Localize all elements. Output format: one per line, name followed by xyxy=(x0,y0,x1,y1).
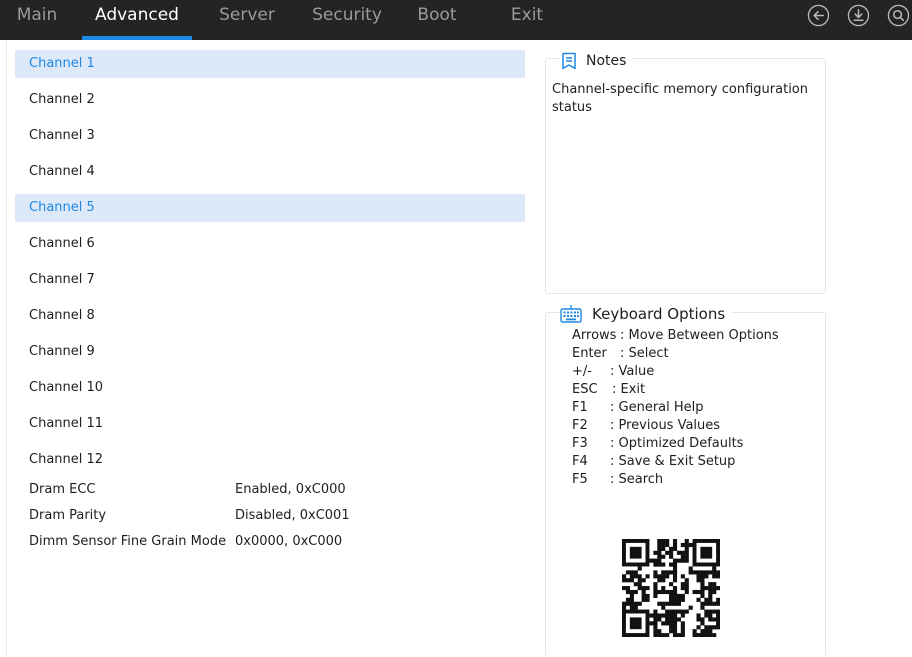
channel-item[interactable]: Channel 11 xyxy=(15,410,525,438)
channel-item[interactable]: Channel 4 xyxy=(15,158,525,186)
tab-server[interactable]: Server xyxy=(206,0,288,40)
channel-item[interactable]: Channel 5 xyxy=(15,194,525,222)
channel-item[interactable]: Channel 7 xyxy=(15,266,525,294)
keyboard-key: ESC xyxy=(572,382,598,397)
tab-exit[interactable]: Exit xyxy=(496,0,558,40)
keyboard-key: F3 xyxy=(572,436,588,451)
keyboard-desc: : Save & Exit Setup xyxy=(610,454,736,469)
keyboard-desc: : Exit xyxy=(612,382,646,397)
keyboard-key: F5 xyxy=(572,472,588,487)
keyboard-key: Arrows xyxy=(572,328,617,343)
notes-text: Channel-specific memory configuration st… xyxy=(552,82,808,115)
setting-value: Disabled, 0xC001 xyxy=(235,508,350,523)
channel-item[interactable]: Channel 1 xyxy=(15,50,525,78)
tab-main[interactable]: Main xyxy=(0,0,74,40)
keyboard-options-title: Keyboard Options xyxy=(592,305,726,323)
notes-header: Notes xyxy=(560,51,633,71)
keyboard-key: F1 xyxy=(572,400,588,415)
keyboard-desc: : Optimized Defaults xyxy=(610,436,744,451)
channel-item[interactable]: Channel 2 xyxy=(15,86,525,114)
tab-security[interactable]: Security xyxy=(300,0,394,40)
back-icon[interactable] xyxy=(807,4,830,27)
setting-row-dram-ecc[interactable]: Dram ECC Enabled, 0xC000 xyxy=(29,480,529,500)
save-download-icon[interactable] xyxy=(847,4,870,27)
keyboard-desc: : Select xyxy=(620,346,669,361)
setting-value: Enabled, 0xC000 xyxy=(235,482,346,497)
keyboard-options-panel: Keyboard Options Arrows : Move Between O… xyxy=(545,303,826,657)
keyboard-desc: : Move Between Options xyxy=(620,328,779,343)
keyboard-desc: : Previous Values xyxy=(610,418,721,433)
top-nav-bar: Main Advanced Server Security Boot Exit xyxy=(0,0,912,40)
channel-item[interactable]: Channel 12 xyxy=(15,446,525,474)
setting-value: 0x0000, 0xC000 xyxy=(235,534,343,549)
notes-panel: Notes Channel-specific memory configurat… xyxy=(545,51,826,294)
keyboard-desc: : General Help xyxy=(610,400,704,415)
tab-advanced[interactable]: Advanced xyxy=(82,0,192,40)
keyboard-desc: : Search xyxy=(610,472,664,487)
settings-list-panel: Channel 1 Channel 2 Channel 3 Channel 4 … xyxy=(6,40,532,657)
tab-boot[interactable]: Boot xyxy=(404,0,470,40)
setting-row-dram-parity[interactable]: Dram Parity Disabled, 0xC001 xyxy=(29,506,529,526)
channel-item[interactable]: Channel 9 xyxy=(15,338,525,366)
setting-label: Dram ECC xyxy=(29,482,96,497)
search-icon[interactable] xyxy=(887,4,910,27)
setting-label: Dram Parity xyxy=(29,508,107,523)
keyboard-desc: : Value xyxy=(610,364,655,379)
keyboard-key: F4 xyxy=(572,454,588,469)
channel-item[interactable]: Channel 10 xyxy=(15,374,525,402)
keyboard-key: +/- xyxy=(572,364,592,379)
keyboard-key: F2 xyxy=(572,418,588,433)
keyboard-key: Enter xyxy=(572,346,607,361)
notes-title: Notes xyxy=(586,53,627,69)
qr-code xyxy=(622,539,720,637)
keyboard-options-header: Keyboard Options xyxy=(560,303,732,325)
notes-bookmark-icon xyxy=(560,52,578,70)
channel-item[interactable]: Channel 8 xyxy=(15,302,525,330)
channel-item[interactable]: Channel 3 xyxy=(15,122,525,150)
channel-item[interactable]: Channel 6 xyxy=(15,230,525,258)
setting-label: Dimm Sensor Fine Grain Mode xyxy=(29,534,227,549)
keyboard-icon xyxy=(560,304,582,324)
setting-row-dimm-sensor-fine-grain-mode[interactable]: Dimm Sensor Fine Grain Mode 0x0000, 0xC0… xyxy=(29,532,529,552)
